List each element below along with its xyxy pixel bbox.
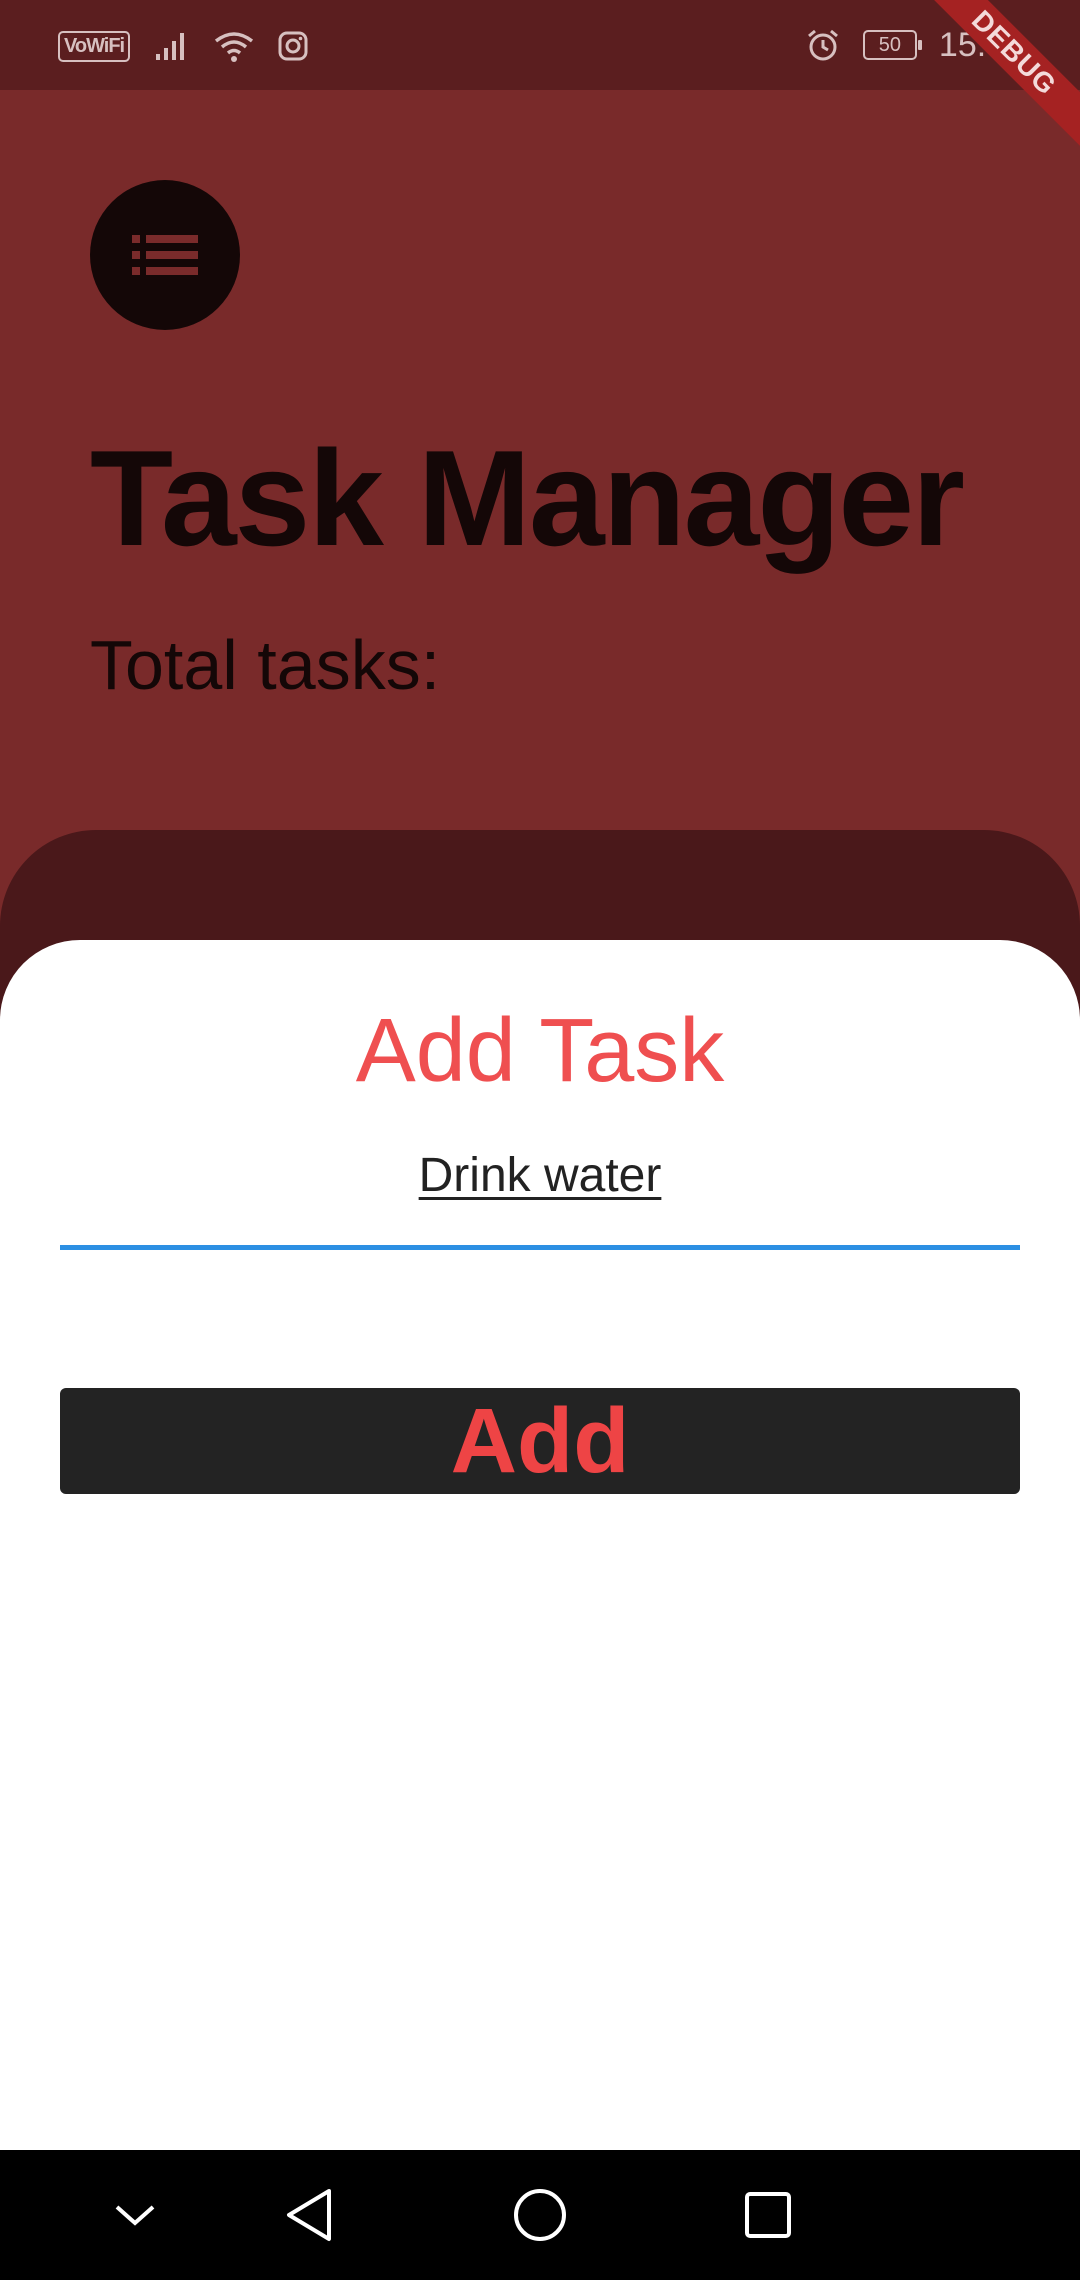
signal-icon	[156, 33, 185, 60]
alarm-icon	[807, 29, 838, 61]
recents-button[interactable]	[733, 2180, 803, 2250]
list-icon	[132, 235, 198, 275]
back-button[interactable]	[274, 2180, 344, 2250]
page-title: Task Manager	[90, 422, 965, 574]
navigation-bar	[0, 2150, 1080, 2280]
vowifi-icon: VoWiFi	[58, 30, 131, 62]
home-icon	[514, 2189, 566, 2241]
battery-icon: 50	[862, 30, 922, 60]
back-icon	[287, 2189, 331, 2241]
add-task-sheet	[0, 940, 1080, 2150]
input-underline	[60, 1245, 1020, 1250]
task-input[interactable]	[60, 1140, 1020, 1210]
menu-button[interactable]	[90, 180, 240, 330]
home-button[interactable]	[505, 2180, 575, 2250]
sheet-title: Add Task	[355, 1001, 725, 1101]
wifi-icon	[215, 32, 254, 62]
status-bar: VoWiFi 50 15:33	[0, 0, 1080, 90]
collapse-icon	[115, 2205, 155, 2226]
add-button[interactable]: Add	[60, 1388, 1020, 1494]
status-left: VoWiFi	[58, 26, 308, 66]
collapse-button[interactable]	[100, 2180, 170, 2250]
total-tasks-label: Total tasks:	[90, 626, 441, 704]
recents-icon	[745, 2192, 791, 2238]
instagram-icon	[278, 31, 308, 61]
